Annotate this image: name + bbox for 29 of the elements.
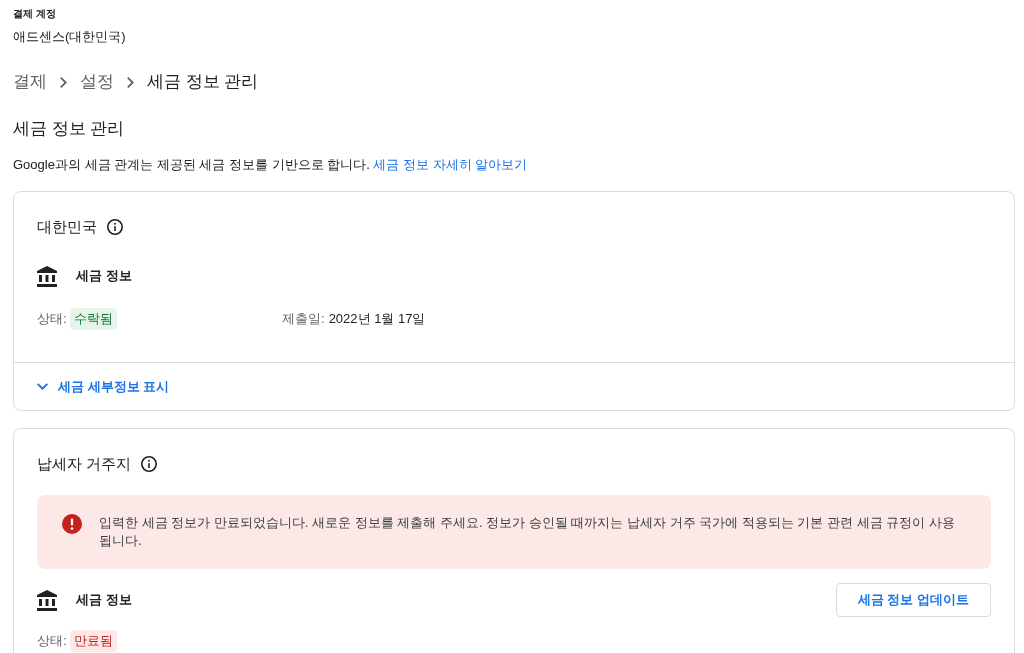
info-icon[interactable] — [141, 456, 158, 472]
account-name: 애드센스(대한민국) — [13, 28, 126, 46]
info-icon[interactable] — [107, 219, 123, 235]
account-label: 결제 계정 — [13, 7, 56, 21]
chevron-right-icon — [60, 76, 67, 88]
breadcrumb-link[interactable]: 설정 — [80, 70, 114, 94]
error-icon — [62, 514, 82, 534]
section-title: 납세자 거주지 — [37, 454, 132, 474]
chevron-down-icon — [37, 383, 48, 390]
update-tax-info-button[interactable]: 세금 정보 업데이트 — [836, 583, 991, 617]
bank-icon — [37, 589, 57, 611]
breadcrumb-link[interactable]: 결제 — [13, 70, 47, 94]
page-title: 세금 정보 관리 — [13, 118, 125, 140]
breadcrumb-link[interactable]: 세금 정보 관리 — [147, 70, 259, 94]
chevron-right-icon — [127, 76, 134, 88]
alert-message: 입력한 세금 정보가 만료되었습니다. 새로운 정보를 제출해 주세요. 정보가 승인될 때까지는 납세자 거주 국가에 적용되는 기본 관련 세금 규정이 사용됩니다. — [99, 514, 956, 550]
item-title: 세금 정보 — [76, 267, 132, 285]
section-title: 대한민국 — [37, 217, 97, 237]
status-label: 상태: — [37, 632, 67, 650]
show-details-link[interactable]: 세금 세부정보 표시 — [37, 377, 170, 396]
learn-more-link[interactable]: 세금 정보 자세히 알아보기 — [373, 157, 528, 172]
item-title: 세금 정보 — [76, 591, 132, 609]
submitted-date: 2022년 1월 17일 — [328, 310, 426, 328]
status-badge: 만료됨 — [69, 630, 117, 652]
status-badge: 수락됨 — [69, 308, 117, 330]
submitted-label: 제출일: — [282, 310, 325, 328]
status-label: 상태: — [37, 310, 67, 328]
bank-icon — [37, 265, 57, 287]
description-text: Google과의 세금 관계는 제공된 세금 정보를 기반으로 합니다. 세금 정보 자세히 알아보기 — [13, 156, 528, 174]
